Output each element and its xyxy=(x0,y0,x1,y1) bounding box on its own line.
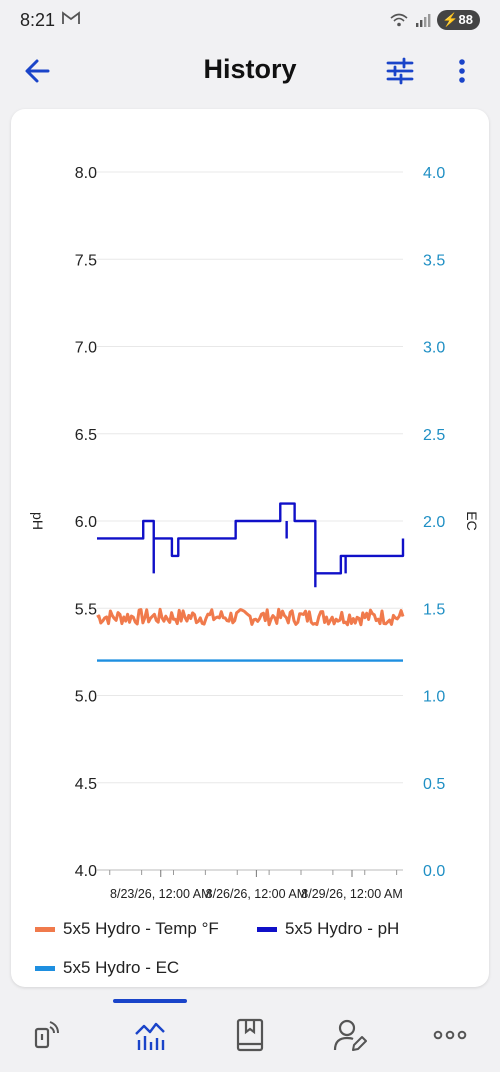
series-line-ph xyxy=(97,502,405,588)
y-tick-label: 5.5 xyxy=(75,601,97,618)
user-edit-icon xyxy=(333,1019,367,1051)
bottom-nav xyxy=(0,995,500,1072)
y2-tick-label: 2.0 xyxy=(423,514,445,531)
y2-tick-label: 4.0 xyxy=(423,165,445,182)
page-title: History xyxy=(203,54,297,84)
history-chart[interactable]: 4.0 4.5 5.0 5.5 6.0 6.5 7.0 7.5 8.0 0.0 0.5 1.0 1.5 2… xyxy=(11,109,489,987)
bookmark-book-icon xyxy=(236,1018,264,1052)
nav-more[interactable] xyxy=(430,1015,470,1055)
y-tick-label: 6.5 xyxy=(75,427,97,444)
y2-tick-label: 3.0 xyxy=(423,340,445,357)
series-line-temp xyxy=(96,607,405,627)
wifi-icon xyxy=(390,13,408,27)
nav-devices[interactable] xyxy=(26,1015,66,1055)
more-horiz-icon xyxy=(433,1030,467,1040)
y-tick-label: 7.0 xyxy=(75,340,97,357)
chart-card: 4.0 4.5 5.0 5.5 6.0 6.5 7.0 7.5 8.0 0.0 0.5 1.0 1.5 2… xyxy=(11,109,489,987)
x-tick-label: 8/23/26, 12:00 AM xyxy=(110,887,211,901)
device-wifi-icon xyxy=(34,1021,59,1049)
y-tick-label: 7.5 xyxy=(75,252,97,269)
y-tick-label: 6.0 xyxy=(75,514,97,531)
legend-item-ph[interactable]: 5x5 Hydro - pH xyxy=(257,919,399,939)
y-tick-label: 4.0 xyxy=(75,863,97,880)
legend-label-ec: 5x5 Hydro - EC xyxy=(63,958,180,977)
status-time: 8:21 xyxy=(20,10,56,30)
status-icons: ⚡88 xyxy=(389,10,480,30)
legend-swatch-ec xyxy=(35,965,55,971)
y2-tick-label: 0.5 xyxy=(423,776,445,793)
chart-icon xyxy=(135,1022,165,1050)
y2-tick-label: 1.5 xyxy=(423,601,445,618)
active-tab-indicator xyxy=(113,999,187,1003)
legend-item-ec[interactable]: 5x5 Hydro - EC xyxy=(35,958,179,978)
y2-tick-label: 0.0 xyxy=(423,863,445,880)
x-tick-label: 8/26/26, 12:00 AM xyxy=(206,887,307,901)
legend-item-temp[interactable]: 5x5 Hydro - Temp °F xyxy=(35,919,219,939)
x-tick-label: 8/29/26, 12:00 AM xyxy=(301,887,402,901)
battery-level: 88 xyxy=(458,12,473,27)
nav-history[interactable] xyxy=(130,1015,170,1055)
gmail-icon xyxy=(62,11,80,29)
sliders-icon xyxy=(386,57,414,85)
signal-icon xyxy=(416,14,431,27)
nav-profile[interactable] xyxy=(330,1015,370,1055)
legend-label-ph: 5x5 Hydro - pH xyxy=(285,919,400,938)
more-vert-icon xyxy=(459,59,465,83)
y-axis-title: pH xyxy=(30,512,46,530)
legend-swatch-ph xyxy=(257,926,277,932)
y-tick-label: 4.5 xyxy=(75,776,97,793)
filter-button[interactable] xyxy=(384,56,416,86)
app-bar: History xyxy=(0,42,500,100)
nav-journal[interactable] xyxy=(230,1015,270,1055)
battery-bolt-icon: ⚡ xyxy=(442,12,459,27)
legend-label-temp: 5x5 Hydro - Temp °F xyxy=(63,919,219,938)
y2-tick-label: 3.5 xyxy=(423,252,445,269)
y2-axis-title: EC xyxy=(464,511,480,530)
battery-indicator: ⚡88 xyxy=(437,10,480,30)
y2-tick-label: 2.5 xyxy=(423,427,445,444)
y-tick-label: 8.0 xyxy=(75,165,97,182)
y-tick-label: 5.0 xyxy=(75,689,97,706)
more-options-button[interactable] xyxy=(448,56,476,86)
legend-swatch-temp xyxy=(35,926,55,932)
status-bar: 8:21 ⚡88 xyxy=(0,0,500,42)
y2-tick-label: 1.0 xyxy=(423,689,445,706)
